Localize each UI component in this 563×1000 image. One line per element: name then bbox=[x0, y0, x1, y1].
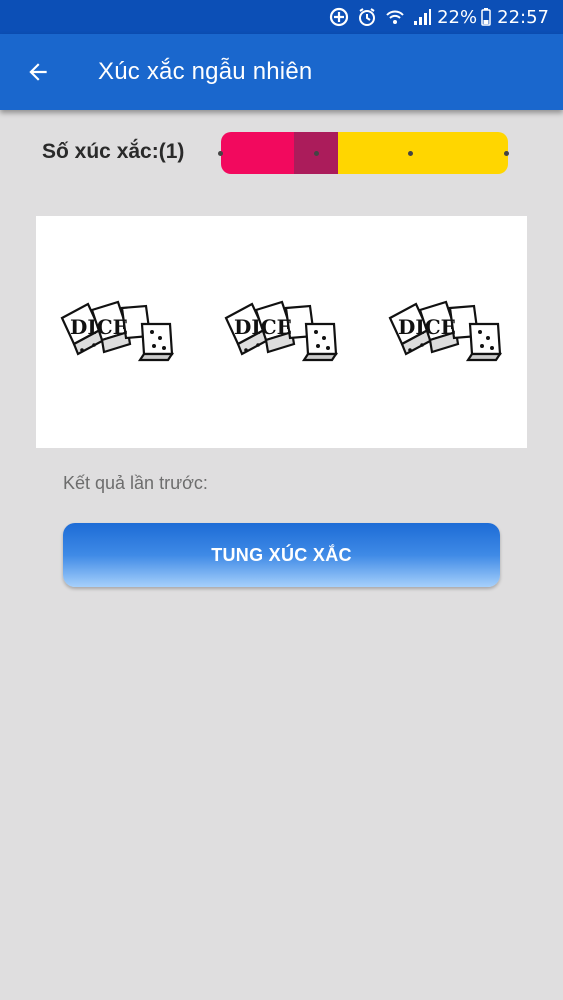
dice-logo-text: DICE bbox=[398, 315, 456, 339]
dice-display-panel: DICE DICE DICE bbox=[36, 216, 527, 448]
battery-percent: 22% bbox=[437, 6, 478, 28]
status-bar: 22% 22:57 bbox=[0, 0, 563, 34]
app-bar: Xúc xắc ngẫu nhiên bbox=[0, 34, 563, 110]
slider-left-segment bbox=[221, 132, 299, 174]
signal-icon bbox=[413, 7, 432, 27]
slider-tick bbox=[218, 151, 223, 156]
roll-dice-button[interactable]: TUNG XÚC XẮC bbox=[63, 523, 500, 587]
dice-logo-text: DICE bbox=[70, 315, 128, 339]
dice-image: DICE bbox=[222, 298, 342, 364]
slider-tick bbox=[314, 151, 319, 156]
slider-tick bbox=[408, 151, 413, 156]
dice-count-label: Số xúc xắc:(1) bbox=[42, 140, 185, 163]
clock: 22:57 bbox=[497, 6, 549, 28]
dice-image: DICE bbox=[58, 298, 178, 364]
dice-logo-text: DICE bbox=[234, 315, 292, 339]
back-button[interactable] bbox=[0, 34, 76, 110]
slider-right-segment bbox=[333, 132, 508, 174]
dice-count-slider[interactable] bbox=[218, 132, 509, 174]
dice-image: DICE bbox=[386, 298, 506, 364]
alarm-icon bbox=[357, 7, 377, 27]
battery-icon bbox=[481, 8, 491, 26]
wifi-icon bbox=[385, 7, 405, 27]
data-saver-icon bbox=[329, 7, 349, 27]
previous-result-label: Kết quả lần trước: bbox=[63, 473, 208, 493]
arrow-left-icon bbox=[29, 63, 47, 81]
slider-tick bbox=[504, 151, 509, 156]
page-title: Xúc xắc ngẫu nhiên bbox=[98, 58, 313, 85]
